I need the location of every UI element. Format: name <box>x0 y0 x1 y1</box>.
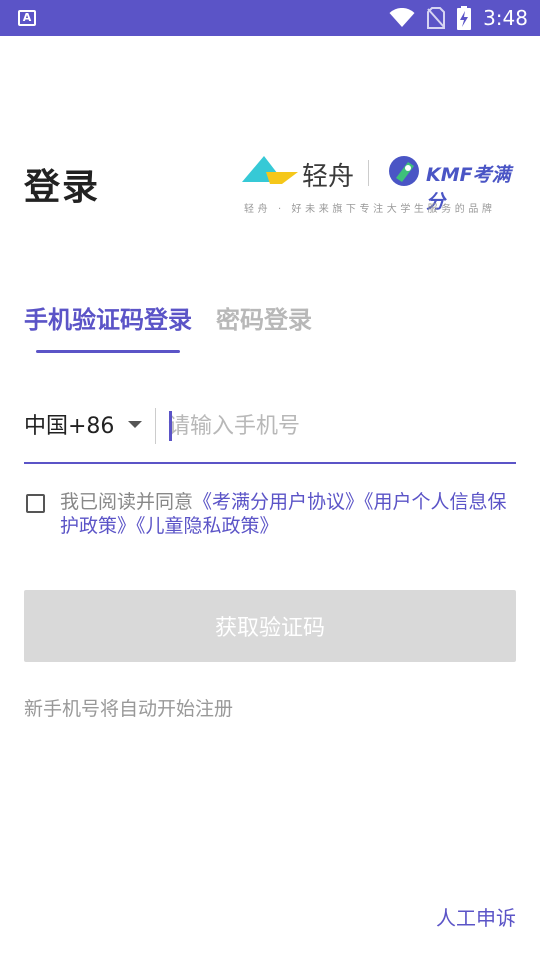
country-code-select[interactable]: 中国+86 <box>24 408 143 440</box>
brand-logo: 轻舟 KMF考满分 轻舟 · 好未来旗下专注大学生服务的品牌 <box>240 150 520 220</box>
battery-charging-icon <box>457 6 472 30</box>
page-title: 登录 <box>24 167 101 208</box>
agreement-checkbox[interactable] <box>26 494 45 513</box>
agreement-text: 我已阅读并同意《考满分用户协议》《用户个人信息保护政策》《儿童隐私政策》 <box>60 490 516 538</box>
status-time: 3:48 <box>483 6 528 30</box>
active-tab-indicator <box>36 350 180 353</box>
wifi-icon <box>389 8 415 27</box>
login-tabs: 手机验证码登录 密码登录 <box>24 300 312 335</box>
chevron-down-icon <box>128 420 143 428</box>
tab-sms-login[interactable]: 手机验证码登录 <box>24 300 192 335</box>
manual-appeal-link[interactable]: 人工申诉 <box>436 902 516 931</box>
brand-slogan: 轻舟 · 好未来旗下专注大学生服务的品牌 <box>244 204 496 215</box>
kmf-logo-icon <box>389 156 419 186</box>
text-cursor <box>169 411 172 441</box>
tab-password-login[interactable]: 密码登录 <box>216 300 312 335</box>
phone-number-input[interactable] <box>168 404 508 448</box>
child-privacy-link[interactable]: 《儿童隐私政策》 <box>136 515 279 537</box>
user-agreement-link[interactable]: 《考满分用户协议》 <box>193 491 364 513</box>
brand-divider <box>368 160 369 186</box>
status-icons: 3:48 <box>389 0 528 36</box>
get-code-button[interactable]: 获取验证码 <box>24 590 516 662</box>
country-code-label: 中国+86 <box>24 414 115 439</box>
qingzhou-logo-icon <box>242 156 298 184</box>
app-notification-icon: A <box>18 10 36 26</box>
country-code-divider <box>155 408 156 444</box>
no-sim-icon <box>427 7 446 29</box>
new-number-hint: 新手机号将自动开始注册 <box>24 698 234 720</box>
agreement-prefix: 我已阅读并同意 <box>60 491 194 513</box>
brand-qingzhou-name: 轻舟 <box>302 162 355 192</box>
phone-input-row: 中国+86 <box>24 396 516 464</box>
status-bar: A 3:48 <box>0 0 540 36</box>
